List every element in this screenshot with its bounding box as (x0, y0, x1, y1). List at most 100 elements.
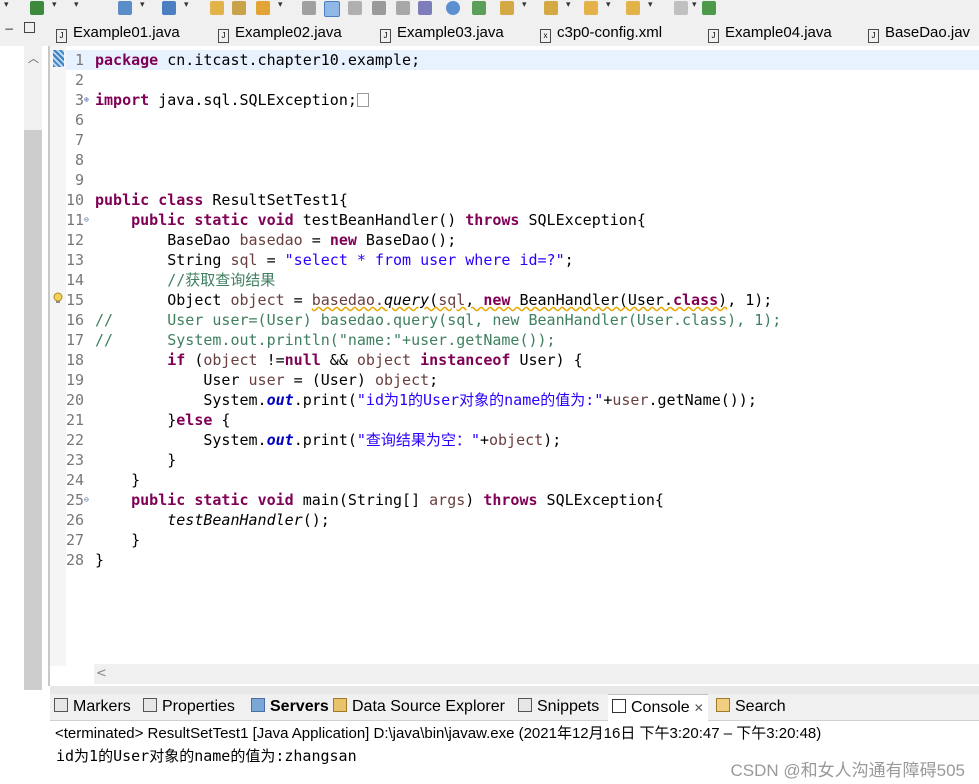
code-line[interactable]: 6 (66, 110, 781, 130)
toggle-breadcrumb-icon[interactable] (302, 1, 316, 15)
code-line[interactable]: 27 } (66, 530, 781, 550)
back-dropdown-icon[interactable]: ▾ (606, 0, 611, 10)
tab-example03[interactable]: J Example03.java (380, 18, 504, 46)
next-annotation-icon[interactable] (472, 1, 486, 15)
new-java-project-icon[interactable] (118, 1, 132, 15)
previous-annotation-icon[interactable] (500, 1, 514, 15)
line-number: 18 (66, 351, 85, 369)
fold-toggle-icon[interactable]: ⊖ (84, 490, 95, 510)
code-text: // System.out.println("name:"+user.getNa… (95, 331, 556, 349)
code-line[interactable]: 21 }else { (66, 410, 781, 430)
code-line[interactable]: 8 (66, 150, 781, 170)
console-output[interactable]: id为1的User对象的name的值为:zhangsan (56, 745, 357, 766)
code-line[interactable]: 17 // System.out.println("name:"+user.get… (66, 330, 781, 350)
collapsed-block-icon[interactable] (356, 93, 369, 107)
run-icon[interactable] (30, 1, 44, 15)
tab-label: Snippets (537, 698, 600, 715)
tab-example04[interactable]: J Example04.java (708, 18, 832, 46)
last-edit-dropdown-icon[interactable]: ▾ (566, 0, 571, 10)
tab-snippets[interactable]: Snippets (518, 694, 599, 720)
tab-basedao[interactable]: J BaseDao.jav (868, 18, 970, 46)
back-icon[interactable] (584, 1, 598, 15)
close-icon[interactable]: ✕ (694, 701, 704, 715)
left-scrollbar-thumb[interactable] (24, 130, 42, 690)
maximize-icon[interactable] (24, 22, 35, 33)
pilcrow-icon[interactable] (418, 1, 432, 15)
code-token: "id为1的User对象的name的值为:" (356, 391, 604, 409)
tab-example01[interactable]: J Example01.java (56, 18, 180, 46)
properties-icon (143, 698, 157, 712)
code-line[interactable]: 15 Object object = basedao.query(sql, ne… (66, 290, 781, 310)
code-line[interactable]: 14 //获取查询结果 (66, 270, 781, 290)
tab-search[interactable]: Search (716, 694, 786, 720)
code-line[interactable]: 13 String sql = "select * from user wher… (66, 250, 781, 270)
fold-toggle-icon[interactable]: ⊕ (84, 90, 95, 110)
code-line[interactable]: 16 // User user=(User) basedao.query(sql,… (66, 310, 781, 330)
class-dropdown-icon[interactable]: ▾ (184, 0, 189, 10)
minimize-icon[interactable]: − (4, 22, 14, 36)
line-number: 19 (66, 371, 85, 389)
perspective-icon[interactable] (702, 1, 716, 15)
new-class-icon[interactable] (162, 1, 176, 15)
code-line[interactable]: 18 if (object !=null && object instanceo… (66, 350, 781, 370)
code-line[interactable]: 28} (66, 550, 781, 570)
search-tool-icon[interactable] (256, 1, 270, 15)
forward-dropdown-icon[interactable]: ▾ (648, 0, 653, 10)
line-number: 22 (66, 431, 85, 449)
line-number: 24 (66, 471, 85, 489)
java-file-icon: J (868, 29, 879, 43)
code-line[interactable]: 9 (66, 170, 781, 190)
code-line[interactable]: 25⊖ public static void main(String[] arg… (66, 490, 781, 510)
code-line[interactable]: 24 } (66, 470, 781, 490)
pin-dropdown-icon[interactable]: ▾ (692, 0, 697, 10)
scroll-left-icon[interactable]: < (96, 666, 107, 681)
code-token: public (131, 491, 186, 509)
globe-icon[interactable] (446, 1, 460, 15)
tab-servers[interactable]: Servers (251, 694, 329, 720)
tab-label: Properties (162, 698, 235, 715)
code-text: import java.sql.SQLException; (95, 91, 369, 109)
code-text: } (95, 471, 140, 489)
tab-example02[interactable]: J Example02.java (218, 18, 342, 46)
code-line[interactable]: 1 package cn.itcast.chapter10.example; (66, 50, 781, 70)
code-text: public static void testBeanHandler() thr… (95, 211, 646, 229)
tab-data-source-explorer[interactable]: Data Source Explorer (333, 694, 505, 720)
new-dropdown-icon[interactable]: ▾ (140, 0, 145, 10)
search-dropdown-icon[interactable]: ▾ (278, 0, 283, 10)
scroll-up-icon[interactable]: ︿ (28, 50, 39, 66)
show-whitespace-icon[interactable] (396, 1, 410, 15)
code-line[interactable]: 23 } (66, 450, 781, 470)
last-edit-location-icon[interactable] (544, 1, 558, 15)
panel-sash[interactable] (50, 686, 979, 694)
word-wrap-icon[interactable] (372, 1, 386, 15)
editor-horizontal-scrollbar[interactable] (94, 664, 979, 684)
warning-lightbulb-icon[interactable] (52, 292, 64, 304)
forward-icon[interactable] (626, 1, 640, 15)
block-selection-icon[interactable] (348, 1, 362, 15)
code-line[interactable]: 10 public class ResultSetTest1{ (66, 190, 781, 210)
tab-properties[interactable]: Properties (143, 694, 235, 720)
toggle-mark-occurrences-icon[interactable] (324, 1, 340, 17)
code-line[interactable]: 22 System.out.print("查询结果为空："+object); (66, 430, 781, 450)
code-line[interactable]: 7 (66, 130, 781, 150)
code-line[interactable]: 19 User user = (User) object; (66, 370, 781, 390)
pin-editor-icon[interactable] (674, 1, 688, 15)
tab-console[interactable]: Console ✕ (608, 694, 708, 721)
open-task-icon[interactable] (232, 1, 246, 15)
code-line[interactable]: 26 testBeanHandler(); (66, 510, 781, 530)
code-line[interactable]: 3⊕ import java.sql.SQLException; (66, 90, 781, 110)
tab-c3p0-config[interactable]: x c3p0-config.xml (540, 18, 662, 46)
dropdown-arrow-icon[interactable]: ▾ (4, 0, 9, 10)
line-number: 9 (74, 171, 84, 189)
code-line[interactable]: 12 BaseDao basedao = new BaseDao(); (66, 230, 781, 250)
code-line[interactable]: 11⊖ public static void testBeanHandler()… (66, 210, 781, 230)
code-line[interactable]: 20 System.out.print("id为1的User对象的name的值为… (66, 390, 781, 410)
fold-toggle-icon[interactable]: ⊖ (84, 210, 95, 230)
open-type-icon[interactable] (210, 1, 224, 15)
tab-markers[interactable]: Markers (54, 694, 131, 720)
run-dropdown-icon[interactable]: ▾ (52, 0, 57, 10)
annotation-dropdown-icon[interactable]: ▾ (522, 0, 527, 10)
code-line[interactable]: 2 (66, 70, 781, 90)
external-tools-dropdown-icon[interactable]: ▾ (74, 0, 79, 10)
